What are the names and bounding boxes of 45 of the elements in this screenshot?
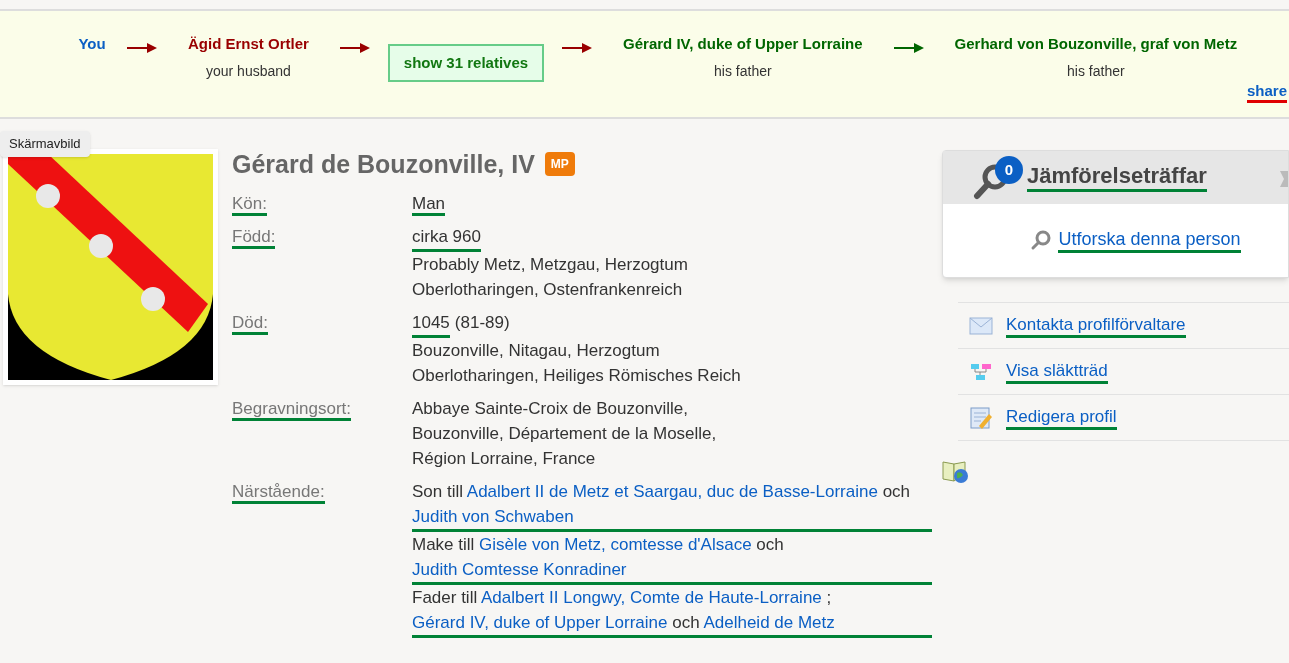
- relative-link[interactable]: Judith Comtesse Konradiner: [412, 560, 627, 579]
- person-link[interactable]: Gerhard von Bouzonville, graf von Metz: [954, 33, 1238, 56]
- book-globe-icon: [942, 459, 969, 483]
- show-relatives-button[interactable]: show 31 relatives: [387, 44, 545, 82]
- relative-link[interactable]: Adelheid de Metz: [703, 613, 835, 632]
- fact-value: Abbaye Sainte-Croix de Bouzonville, Bouzonville, Département de la Moselle, Région Lorraine, France: [412, 398, 718, 470]
- relation-text: Fader till Adalbert II Longwy, Comte de Haute-Lorraine ; Gérard IV, duke of Upper Lorraine och Adelheid de Metz: [412, 585, 932, 638]
- tooltip: Skärmavbild: [0, 131, 90, 157]
- manager-badge: MP: [544, 152, 575, 176]
- action-link[interactable]: Visa släktträd: [1006, 359, 1108, 384]
- search-icon: [1030, 229, 1053, 251]
- event-place: Probably Metz, Metzgau, Herzogtum Oberlotharingen, Ostenfrankenreich: [412, 254, 689, 301]
- you-link[interactable]: You: [72, 33, 112, 56]
- person-link[interactable]: Gérard IV, duke of Upper Lorraine: [623, 33, 863, 56]
- relative-link[interactable]: Judith von Schwaben: [412, 507, 574, 526]
- fact-label: Född:: [232, 227, 276, 249]
- profile-name: Gérard de Bouzonville, IV: [232, 149, 535, 179]
- fact-value: Man: [412, 194, 446, 216]
- relation-text: Make till Gisèle von Metz, comtesse d'Alsace och Judith Comtesse Konradiner: [412, 532, 932, 585]
- count-badge: 0: [995, 156, 1023, 184]
- age-range: (81-89): [454, 312, 510, 334]
- relation-text: Son till Adalbert II de Metz et Saargau, duc de Basse-Lorraine och Judith von Schwaben: [412, 479, 932, 532]
- edit-form-icon: [969, 405, 993, 430]
- envelope-icon: [969, 316, 993, 335]
- share-link[interactable]: share: [1246, 82, 1287, 103]
- relative-link[interactable]: Gérard IV, duke of Upper Lorraine: [412, 613, 668, 632]
- fact-label: Närstående:: [232, 482, 325, 504]
- fact-label: Begravningsort:: [232, 399, 352, 421]
- relative-link[interactable]: Adalbert II Longwy, Comte de Haute-Lorraine: [481, 588, 822, 607]
- family-tree-icon: [970, 362, 992, 381]
- fact-label: Kön:: [232, 194, 267, 216]
- relative-link[interactable]: Adalbert II de Metz et Saargau, duc de Basse-Lorraine: [466, 482, 878, 501]
- relation-label: your husband: [206, 61, 291, 81]
- person-link[interactable]: Ägid Ernst Ortler: [188, 33, 309, 56]
- event-place: Bouzonville, Nitagau, Herzogtum Oberlotharingen, Heiliges Römisches Reich: [412, 340, 742, 387]
- action-link[interactable]: Redigera profil: [1006, 405, 1117, 430]
- event-date: 1045: [412, 310, 450, 338]
- relation-label: his father: [1067, 61, 1125, 81]
- explore-link[interactable]: Utforska denna person: [1058, 227, 1241, 253]
- relation-label: his father: [714, 61, 772, 81]
- matches-title[interactable]: Jämförelseträffar: [1027, 163, 1207, 192]
- action-link[interactable]: Kontakta profilförvaltare: [1006, 313, 1186, 338]
- fact-label: Död:: [232, 313, 268, 335]
- event-date: cirka 960: [412, 224, 481, 252]
- relative-link[interactable]: Gisèle von Metz, comtesse d'Alsace: [479, 535, 752, 554]
